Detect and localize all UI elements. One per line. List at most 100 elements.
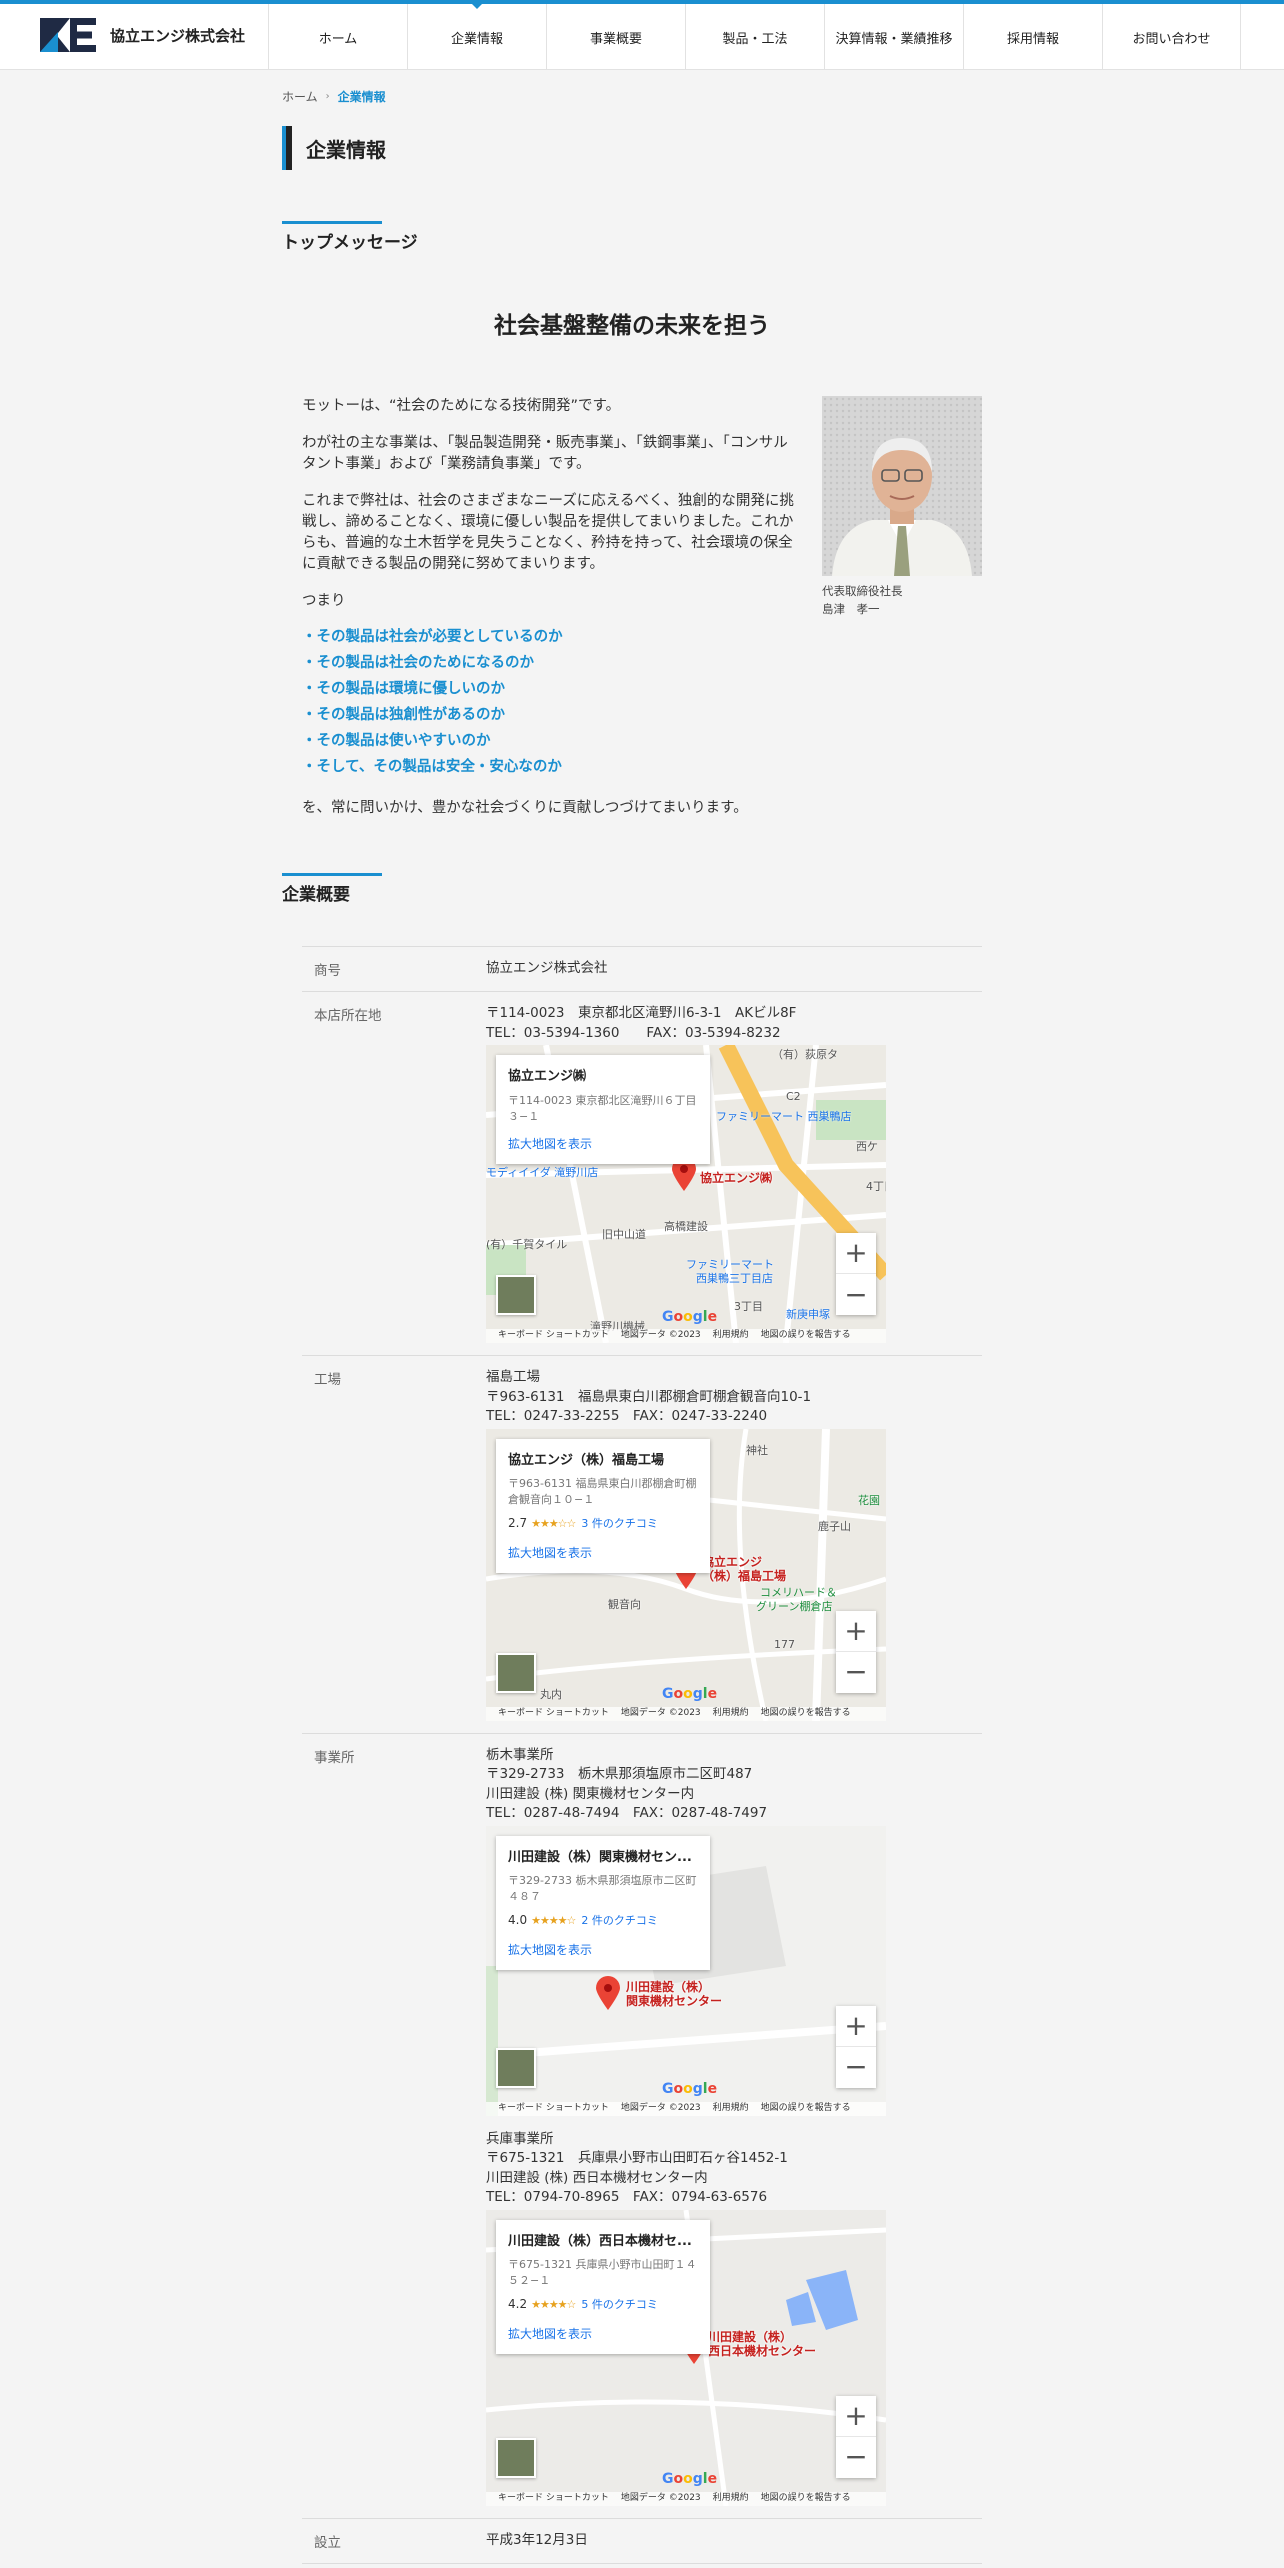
terms-link[interactable]: 利用規約	[713, 2099, 749, 2116]
satellite-toggle[interactable]	[496, 2437, 536, 2478]
map-pin-label: 協立エンジ㈱	[700, 1171, 773, 1185]
hq-map[interactable]: （有）荻原タ ファミリーマート 西巣鴨店 西ケ モディイイダ 滝野川店 4丁目 …	[486, 1045, 886, 1343]
tochigi-map[interactable]: 川田建設（株） 関東機材センター 川田建設（株）関東機材セン... 〒329-27…	[486, 1825, 886, 2116]
zoom-out-icon[interactable]: −	[836, 2437, 876, 2478]
map-card-address: 〒675-1321 兵庫県小野市山田町１４５２−１	[508, 2258, 697, 2287]
satellite-toggle[interactable]	[496, 1652, 536, 1693]
message-paragraph: これまで弊社は、社会のさまざまなニーズに応えるべく、独創的な開発に挑戦し、諦める…	[302, 493, 794, 572]
map-attribution: キーボード ショートカット 地図データ ©2023 利用規約 地図の誤りを報告す…	[486, 2099, 886, 2116]
rating-value: 4.0	[508, 1913, 528, 1927]
star-rating-icon: ★★★★☆	[531, 2298, 576, 2311]
map-card-title: 川田建設（株）関東機材セン...	[508, 1849, 692, 1865]
message-closing: を、常に問いかけ、豊かな社会づくりに貢献しつづけてまいります。	[302, 800, 748, 816]
factory-address: 〒963-6131 福島県東白川郡棚倉町棚倉観音向10-1	[486, 1388, 812, 1405]
report-error-link[interactable]: 地図の誤りを報告する	[761, 2099, 851, 2116]
map-label: 4丁目	[866, 1180, 886, 1193]
row-label: 設立	[314, 2534, 341, 2551]
enlarge-map-link[interactable]: 拡大地図を表示	[508, 1135, 698, 1155]
map-card-title: 協立エンジ㈱	[508, 1069, 587, 1084]
row-value: 協立エンジ株式会社	[486, 960, 608, 976]
map-card-address: 〒329-2733 栃木県那須塩原市二区町４８７	[508, 1874, 697, 1903]
map-label: 西巣鴨三丁目店	[696, 1272, 773, 1285]
logo-text: 協立エンジ株式会社	[110, 26, 246, 45]
site-logo[interactable]: 協立エンジ株式会社	[40, 18, 245, 52]
nav-business[interactable]: 事業概要	[546, 4, 685, 70]
google-logo: Google	[662, 2081, 718, 2097]
nav-company[interactable]: 企業情報	[407, 4, 546, 70]
zoom-out-icon[interactable]: −	[836, 1652, 876, 1693]
map-card-rating: 2.7 ★★★☆☆ 3 件のクチコミ	[508, 1514, 698, 1534]
overview-heading: 企業概要	[282, 873, 382, 905]
keyboard-shortcuts-link[interactable]: キーボード ショートカット	[498, 1704, 609, 1721]
keyboard-shortcuts-link[interactable]: キーボード ショートカット	[498, 2099, 609, 2116]
page-title-text: 企業情報	[306, 137, 386, 162]
zoom-control: + −	[836, 1233, 876, 1315]
map-label: 鹿子山	[818, 1519, 851, 1533]
reviews-link[interactable]: 5 件のクチコミ	[581, 2295, 658, 2315]
keyboard-shortcuts-link[interactable]: キーボード ショートカット	[498, 2489, 609, 2506]
map-data-credit: 地図データ ©2023	[620, 2492, 701, 2503]
hq-tel: TEL：03-5394-1360 FAX：03-5394-8232	[486, 1024, 781, 1041]
enlarge-map-link[interactable]: 拡大地図を表示	[508, 1941, 698, 1961]
hyogo-map[interactable]: 川田建設（株） 西日本機材センター 川田建設（株）西日本機材セ... 〒675-1…	[486, 2209, 886, 2506]
breadcrumb-home-link[interactable]: ホーム	[282, 88, 318, 105]
google-logo: Google	[662, 2471, 718, 2487]
rating-value: 2.7	[508, 1516, 528, 1530]
map-label: 新庚申塚	[786, 1308, 830, 1321]
global-nav: ホーム 企業情報 事業概要 製品・工法 決算情報・業績推移 採用情報 お問い合わ…	[268, 4, 1241, 70]
nav-contact[interactable]: お問い合わせ	[1102, 4, 1241, 70]
principle-item: その製品は社会が必要としているのか	[302, 624, 802, 650]
top-message-body: モットーは、“社会のためになる技術開発”です。 わが社の主な事業は、「製品製造開…	[302, 396, 802, 835]
map-label: 花園	[858, 1493, 880, 1507]
table-row: 工場 福島工場 〒963-6131 福島県東白川郡棚倉町棚倉観音向10-1 TE…	[302, 1356, 982, 1734]
hq-address: 〒114-0023 東京都北区滝野川6-3-1 AKビル8F	[486, 1005, 797, 1021]
map-attribution: キーボード ショートカット 地図データ ©2023 利用規約 地図の誤りを報告す…	[486, 1329, 886, 1343]
map-label: 高橋建設	[664, 1220, 708, 1233]
principle-item: その製品は使いやすいのか	[302, 728, 802, 754]
satellite-toggle[interactable]	[496, 1275, 536, 1315]
enlarge-map-link[interactable]: 拡大地図を表示	[508, 1544, 698, 1564]
map-pin-icon[interactable]	[596, 1975, 620, 2010]
map-pin-label-line: （株）福島工場	[702, 1568, 787, 1583]
terms-link[interactable]: 利用規約	[713, 1326, 749, 1343]
zoom-out-icon[interactable]: −	[836, 1274, 876, 1315]
office-tel: TEL：0794-70-8965 FAX：0794-63-6576	[486, 2189, 768, 2205]
map-pin-label-line: 川田建設（株）	[708, 2329, 793, 2344]
report-error-link[interactable]: 地図の誤りを報告する	[761, 2489, 851, 2506]
terms-link[interactable]: 利用規約	[713, 2489, 749, 2506]
satellite-toggle[interactable]	[496, 2047, 536, 2088]
nav-home[interactable]: ホーム	[268, 4, 407, 70]
map-label: 177	[774, 1637, 795, 1651]
map-label: 3丁目	[734, 1300, 763, 1313]
report-error-link[interactable]: 地図の誤りを報告する	[761, 1326, 851, 1343]
zoom-control: + −	[836, 2395, 876, 2478]
map-label: 神社	[746, 1443, 768, 1457]
map-data-credit: 地図データ ©2023	[620, 1330, 701, 1341]
nav-financials[interactable]: 決算情報・業績推移	[824, 4, 963, 70]
zoom-in-icon[interactable]: +	[836, 2396, 876, 2437]
top-message-heading: トップメッセージ	[282, 221, 418, 253]
row-label: 事業所	[314, 1749, 355, 1766]
office-tel: TEL：0287-48-7494 FAX：0287-48-7497	[486, 1805, 768, 1821]
reviews-link[interactable]: 3 件のクチコミ	[581, 1514, 658, 1534]
zoom-in-icon[interactable]: +	[836, 1233, 876, 1274]
office-place: 川田建設 (株) 西日本機材センター内	[486, 2169, 708, 2186]
map-label: 西ケ	[856, 1140, 878, 1153]
factory-map[interactable]: 神社 花園 鹿子山 観音向 コメリハード＆ グリーン棚倉店 丸内 177 協立エ…	[486, 1428, 886, 1721]
rating-value: 4.2	[508, 2297, 528, 2311]
nav-recruit[interactable]: 採用情報	[963, 4, 1102, 70]
enlarge-map-link[interactable]: 拡大地図を表示	[508, 2325, 698, 2345]
keyboard-shortcuts-link[interactable]: キーボード ショートカット	[498, 1326, 609, 1343]
zoom-in-icon[interactable]: +	[836, 1611, 876, 1652]
reviews-link[interactable]: 2 件のクチコミ	[581, 1911, 658, 1931]
principle-item: その製品は環境に優しいのか	[302, 676, 802, 702]
principles-list: その製品は社会が必要としているのか その製品は社会のためになるのか その製品は環…	[302, 624, 802, 780]
nav-products[interactable]: 製品・工法	[685, 4, 824, 70]
terms-link[interactable]: 利用規約	[713, 1704, 749, 1721]
map-info-card: 協立エンジ（株）福島工場 〒963-6131 福島県東白川郡棚倉町棚倉観音向１０…	[496, 1438, 710, 1573]
zoom-out-icon[interactable]: −	[836, 2047, 876, 2088]
map-card-rating: 4.2 ★★★★☆ 5 件のクチコミ	[508, 2295, 698, 2315]
report-error-link[interactable]: 地図の誤りを報告する	[761, 1704, 851, 1721]
zoom-in-icon[interactable]: +	[836, 2006, 876, 2047]
map-pin-label-line: 関東機材センター	[626, 1993, 723, 2008]
